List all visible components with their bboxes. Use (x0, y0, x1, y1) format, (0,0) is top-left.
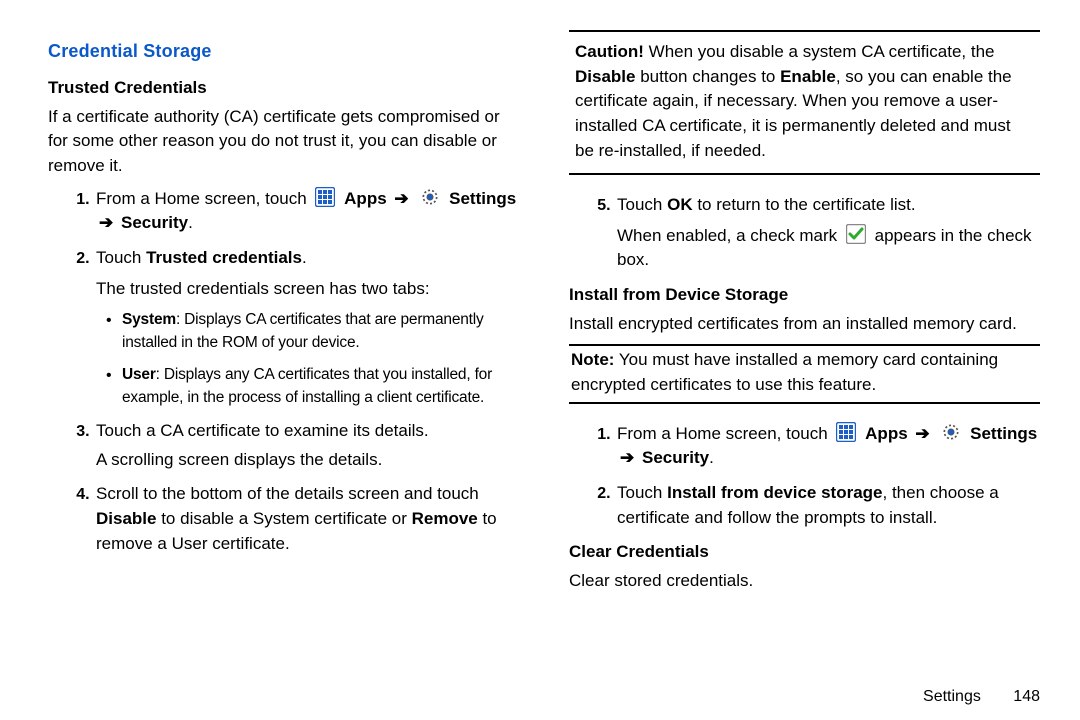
checkmark-icon (846, 224, 866, 244)
left-column: Credential Storage Trusted Credentials I… (48, 30, 519, 660)
clear-heading: Clear Credentials (569, 540, 1040, 565)
page-footer: Settings 148 (923, 685, 1040, 708)
install-step-1: From a Home screen, touch Apps ➔ Setting… (615, 422, 1040, 471)
install-steps: From a Home screen, touch Apps ➔ Setting… (569, 422, 1040, 531)
step-4: Scroll to the bottom of the details scre… (94, 482, 519, 556)
footer-section: Settings (923, 688, 981, 705)
trusted-heading: Trusted Credentials (48, 76, 519, 101)
apps-grid-icon (836, 422, 856, 442)
apps-grid-icon (315, 187, 335, 207)
install-intro: Install encrypted certificates from an i… (569, 312, 1040, 337)
note-box: Note: You must have installed a memory c… (569, 344, 1040, 403)
step-5: Touch OK to return to the certificate li… (615, 193, 1040, 273)
page: Credential Storage Trusted Credentials I… (0, 0, 1080, 680)
trusted-intro: If a certificate authority (CA) certific… (48, 105, 519, 179)
right-column: Caution! When you disable a system CA ce… (569, 30, 1040, 660)
step-2: Touch Trusted credentials. The trusted c… (94, 246, 519, 409)
tabs-line: The trusted credentials screen has two t… (96, 277, 519, 302)
install-step-2: Touch Install from device storage, then … (615, 481, 1040, 530)
step-3: Touch a CA certificate to examine its de… (94, 419, 519, 472)
clear-body: Clear stored credentials. (569, 569, 1040, 594)
install-heading: Install from Device Storage (569, 283, 1040, 308)
footer-page-number: 148 (1013, 688, 1040, 705)
bullet-user: User: Displays any CA certificates that … (110, 364, 519, 409)
caution-box: Caution! When you disable a system CA ce… (569, 30, 1040, 175)
arrow-icon: ➔ (394, 187, 408, 212)
settings-gear-icon (420, 187, 440, 207)
bullet-system: System: Displays CA certificates that ar… (110, 309, 519, 354)
section-title: Credential Storage (48, 38, 519, 64)
settings-gear-icon (941, 422, 961, 442)
tabs-bullets: System: Displays CA certificates that ar… (96, 309, 519, 409)
right-steps-5: Touch OK to return to the certificate li… (569, 193, 1040, 273)
step-1: From a Home screen, touch Apps ➔ Setting… (94, 187, 519, 236)
trusted-steps: From a Home screen, touch Apps ➔ Setting… (48, 187, 519, 557)
